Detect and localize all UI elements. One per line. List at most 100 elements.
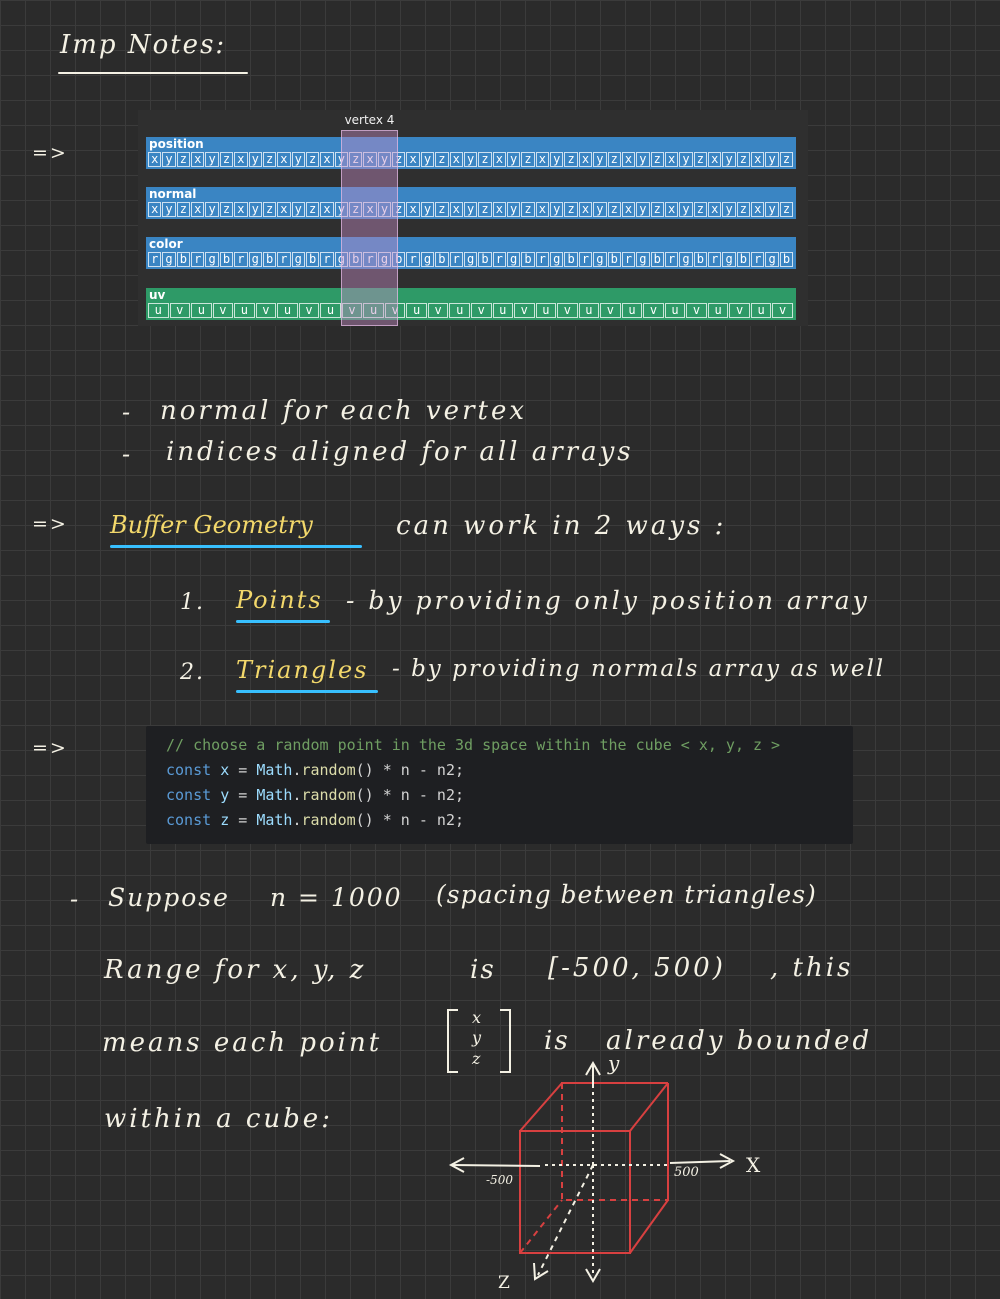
buffer-cell: y xyxy=(420,152,435,167)
buffer-cell: x xyxy=(664,152,679,167)
n-equals: n = 1000 xyxy=(270,883,403,912)
buffer-cell: y xyxy=(679,202,693,217)
code-object: Math xyxy=(256,811,293,829)
axis-x-label: X xyxy=(746,1153,763,1177)
bounded-text: already bounded xyxy=(606,1026,873,1056)
z-axis-dotted xyxy=(537,1164,594,1276)
buffer-cell: b xyxy=(521,252,535,267)
range-interval: [-500, 500) xyxy=(548,953,726,983)
buffer-cell: g xyxy=(291,252,305,267)
cube-diagram: X y Z -500 500 xyxy=(440,1051,780,1295)
buffer-cell: x xyxy=(708,202,722,217)
means-text: means each point xyxy=(102,1028,383,1058)
code-identifier: y xyxy=(220,786,230,804)
buffer-cell: z xyxy=(176,202,191,217)
buffer-cell: y xyxy=(722,152,736,167)
buffer-cell: y xyxy=(248,202,262,217)
arrow-marker-1: => xyxy=(32,142,68,164)
buffer-cell: z xyxy=(736,202,751,217)
buffer-cell: y xyxy=(162,202,176,217)
code-operator: = xyxy=(238,786,248,804)
neg-500-label: -500 xyxy=(486,1173,513,1187)
buffer-cell: x xyxy=(621,152,636,167)
buffer-cell: z xyxy=(262,152,277,167)
buffer-cell: g xyxy=(463,252,478,267)
item-triangles: Triangles xyxy=(236,656,369,684)
buffer-cell: x xyxy=(751,152,765,167)
cube-edge-tl xyxy=(519,1082,563,1132)
buffer-cell: x xyxy=(320,152,334,167)
buffer-cell: u xyxy=(148,303,169,318)
buffer-cell: v xyxy=(514,303,535,318)
buffer-cell: v xyxy=(600,303,621,318)
buffer-cell: v xyxy=(298,303,320,318)
buffer-geometry-heading: Buffer Geometry xyxy=(110,511,313,539)
buffer-cell: x xyxy=(449,202,463,217)
buffer-cell: u xyxy=(535,303,557,318)
buffer-cell: b xyxy=(779,252,794,267)
arrow-marker-2: => xyxy=(32,513,68,535)
buffer-cell: g xyxy=(550,252,564,267)
buffer-cell: x xyxy=(148,202,162,217)
buffer-cell: x xyxy=(277,152,291,167)
buffer-cell: y xyxy=(205,152,219,167)
buffer-cell: z xyxy=(693,202,708,217)
buffer-cell: v xyxy=(557,303,578,318)
buffer-cell: z xyxy=(779,202,794,217)
buffer-cell: r xyxy=(191,252,205,267)
x-axis-negative xyxy=(451,1164,541,1167)
buffer-cell: z xyxy=(305,152,320,167)
buffer-label: color xyxy=(149,237,183,251)
buffer-cell: y xyxy=(162,152,176,167)
buffer-cell: z xyxy=(564,202,578,217)
buffer-cell: b xyxy=(650,252,664,267)
buffer-cell: y xyxy=(679,152,693,167)
buffer-cell: x xyxy=(449,152,463,167)
cube-edge-bl xyxy=(519,1199,563,1254)
buffer-cell: v xyxy=(169,303,191,318)
page-title: Imp Notes: xyxy=(60,30,227,60)
buffer-row-uv: uv uvuvuvuvuvuvuvuvuvuvuvuvuvuvuv xyxy=(146,288,796,320)
buffer-cell: z xyxy=(521,152,535,167)
buffer-cell: z xyxy=(176,152,191,167)
buffer-cell: v xyxy=(729,303,750,318)
buffer-cell: y xyxy=(205,202,219,217)
buffer-cell: y xyxy=(506,152,521,167)
item-points: Points xyxy=(236,586,323,614)
buffer-cells: xyzxyzxyzxyzxyzxyzxyzxyzxyzxyzxyzxyzxyzx… xyxy=(148,202,794,217)
buffer-cell: b xyxy=(736,252,751,267)
triangles-underline xyxy=(236,690,378,693)
buffer-cell: u xyxy=(449,303,470,318)
buffer-cells: rgbrgbrgbrgbrgbrgbrgbrgbrgbrgbrgbrgbrgbr… xyxy=(148,252,794,267)
buffer-cell: x xyxy=(492,152,506,167)
buffer-cell: g xyxy=(636,252,650,267)
buffer-cell: x xyxy=(664,202,679,217)
buffer-cell: y xyxy=(765,152,779,167)
buffer-cell: x xyxy=(492,202,506,217)
buffer-cell: g xyxy=(722,252,736,267)
arrow-marker-3: => xyxy=(32,737,68,759)
buffer-cell: v xyxy=(427,303,449,318)
buffer-cell: b xyxy=(176,252,191,267)
bullet-normal-each-vertex: normal for each vertex xyxy=(160,396,527,426)
buffer-cell: x xyxy=(621,202,636,217)
suppose-dash: - xyxy=(70,885,81,913)
buffer-cell: x xyxy=(277,202,291,217)
cube-edge-br xyxy=(629,1199,669,1254)
suppose-text: Suppose xyxy=(108,883,230,912)
code-object: Math xyxy=(256,761,293,779)
buffer-cell: x xyxy=(406,152,420,167)
buffer-cell: u xyxy=(320,303,341,318)
buffer-cell: r xyxy=(449,252,463,267)
buffer-cell: x xyxy=(708,152,722,167)
within-cube-text: within a cube: xyxy=(104,1104,333,1134)
buffer-cell: u xyxy=(707,303,729,318)
buffer-cell: r xyxy=(320,252,334,267)
bullet-indices-aligned: indices aligned for all arrays xyxy=(166,437,634,467)
buffer-cell: y xyxy=(593,202,607,217)
code-function: random xyxy=(301,786,356,804)
code-rest: () * n - n2; xyxy=(355,761,465,779)
item-2-number: 2. xyxy=(180,660,205,685)
buffer-label: position xyxy=(149,137,204,151)
is-text-2: is xyxy=(544,1026,570,1056)
